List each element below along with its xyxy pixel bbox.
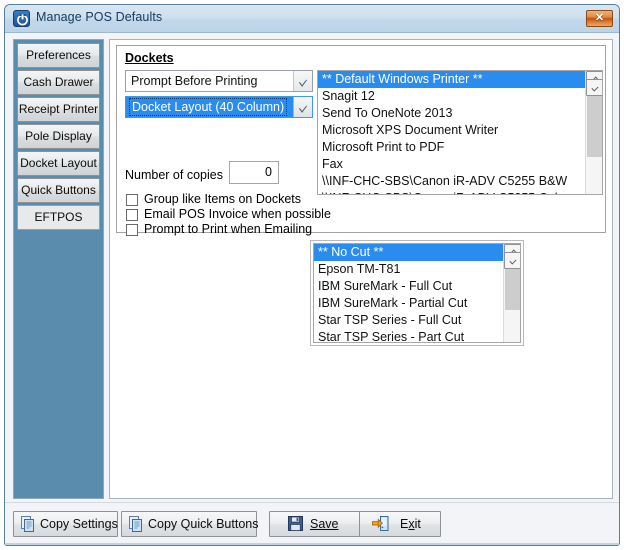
number-of-copies-label: Number of copies — [125, 168, 223, 182]
sidebar-item-label: Quick Buttons — [21, 183, 96, 197]
scrollbar-thumb[interactable] — [505, 262, 520, 310]
list-item[interactable]: Microsoft XPS Document Writer — [318, 122, 585, 139]
copy-settings-label: Copy Settings — [40, 517, 118, 531]
print-prompt-combo[interactable]: Prompt Before Printing — [125, 70, 313, 92]
list-item[interactable]: Microsoft Print to PDF — [318, 139, 585, 156]
sidebar-item-receipt-printer[interactable]: Receipt Printer — [17, 97, 100, 122]
copy-quick-buttons-label: Copy Quick Buttons — [148, 517, 259, 531]
exit-button[interactable]: Exit — [359, 511, 441, 537]
list-item[interactable]: ** Default Windows Printer ** — [318, 71, 585, 88]
checkbox-label: Prompt to Print when Emailing — [144, 222, 313, 236]
save-label: Save — [310, 517, 339, 531]
copy-quick-buttons-button[interactable]: Copy Quick Buttons — [121, 511, 259, 537]
scroll-down-icon[interactable] — [504, 252, 520, 269]
scroll-down-icon[interactable] — [586, 79, 602, 96]
scrollbar-thumb[interactable] — [587, 89, 602, 157]
number-of-copies-value: 0 — [265, 165, 272, 179]
number-of-copies-input[interactable]: 0 — [229, 161, 279, 184]
docket-layout-combo[interactable]: Docket Layout (40 Column) — [125, 96, 313, 118]
docket-layout-value: Docket Layout (40 Column) — [128, 98, 288, 116]
dockets-groupbox: Dockets Prompt Before Printing Docket La… — [116, 45, 606, 236]
printer-list-items[interactable]: ** Default Windows Printer ** Snagit 12 Se… — [318, 71, 585, 194]
cut-list-scrollbar[interactable] — [503, 244, 520, 342]
section-tab-strip: Preferences Cash Drawer Receipt Printer … — [13, 39, 104, 499]
footer-button-bar: Copy Settings Copy Quick Buttons Save Ex… — [5, 502, 619, 545]
sidebar-item-docket-layout[interactable]: Docket Layout — [17, 151, 100, 176]
cut-type-listbox-frame: ** No Cut ** Epson TM-T81 IBM SureMark - F… — [310, 240, 524, 346]
list-item[interactable]: Send To OneNote 2013 — [318, 105, 585, 122]
cut-type-listbox[interactable]: ** No Cut ** Epson TM-T81 IBM SureMark - F… — [313, 243, 521, 343]
copy-icon — [129, 516, 144, 535]
copy-icon — [21, 516, 36, 535]
exit-door-icon — [372, 516, 389, 534]
window-client-area: Preferences Cash Drawer Receipt Printer … — [5, 33, 619, 545]
list-item[interactable]: Star TSP Series - Full Cut — [314, 312, 503, 329]
list-item[interactable]: IBM SureMark - Partial Cut — [314, 295, 503, 312]
list-item[interactable]: \\INF-CHC-SBS\Canon iR-ADV C5255 B&W — [318, 173, 585, 190]
sidebar-item-quick-buttons[interactable]: Quick Buttons — [17, 178, 100, 203]
checkbox-group-like-items[interactable] — [126, 194, 138, 206]
window-titlebar: Manage POS Defaults ✕ — [5, 5, 619, 33]
print-prompt-value: Prompt Before Printing — [131, 74, 258, 88]
sidebar-item-label: Preferences — [26, 48, 91, 62]
list-item[interactable]: IBM SureMark - Full Cut — [314, 278, 503, 295]
manage-pos-defaults-window: Manage POS Defaults ✕ Preferences Cash D… — [4, 4, 620, 546]
sidebar-item-label: Cash Drawer — [23, 75, 94, 89]
sidebar-item-cash-drawer[interactable]: Cash Drawer — [17, 70, 100, 95]
save-button[interactable]: Save — [269, 511, 369, 537]
printer-list-scrollbar[interactable] — [585, 71, 602, 194]
sidebar-item-preferences[interactable]: Preferences — [17, 43, 100, 68]
checkbox-email-pos-invoice[interactable] — [126, 209, 138, 221]
settings-panel: Dockets Prompt Before Printing Docket La… — [109, 39, 613, 499]
list-item[interactable]: Fax — [318, 156, 585, 173]
printer-listbox[interactable]: ** Default Windows Printer ** Snagit 12 Se… — [317, 70, 603, 195]
list-item[interactable]: Star TSP Series - Part Cut — [314, 329, 503, 342]
close-icon: ✕ — [594, 12, 605, 24]
sidebar-item-label: Docket Layout — [20, 156, 97, 170]
list-item[interactable]: ** No Cut ** — [314, 244, 503, 261]
checkbox-label: Group like Items on Dockets — [144, 192, 302, 206]
sidebar-item-pole-display[interactable]: Pole Display — [17, 124, 100, 149]
close-button[interactable]: ✕ — [586, 10, 613, 27]
window-bottom-edge — [5, 543, 619, 545]
checkbox-prompt-to-print[interactable] — [126, 224, 138, 236]
power-icon — [13, 10, 30, 27]
chevron-down-icon[interactable] — [293, 71, 312, 91]
list-item[interactable]: \\INF-CHC-SBS\Canon iR-ADV C5255 Colour — [318, 190, 585, 194]
dockets-heading: Dockets — [125, 51, 174, 65]
exit-label: Exit — [400, 517, 421, 531]
sidebar-item-eftpos[interactable]: EFTPOS — [17, 205, 100, 230]
floppy-disk-icon — [288, 516, 303, 534]
window-title: Manage POS Defaults — [36, 10, 163, 24]
checkbox-label: Email POS Invoice when possible — [144, 207, 331, 221]
sidebar-item-label: EFTPOS — [34, 210, 83, 224]
sidebar-item-label: Receipt Printer — [18, 102, 99, 116]
list-item[interactable]: Epson TM-T81 — [314, 261, 503, 278]
list-item[interactable]: Snagit 12 — [318, 88, 585, 105]
sidebar-item-label: Pole Display — [25, 129, 92, 143]
chevron-down-icon[interactable] — [293, 97, 312, 117]
cut-list-items[interactable]: ** No Cut ** Epson TM-T81 IBM SureMark - F… — [314, 244, 503, 342]
copy-settings-button[interactable]: Copy Settings — [13, 511, 118, 537]
